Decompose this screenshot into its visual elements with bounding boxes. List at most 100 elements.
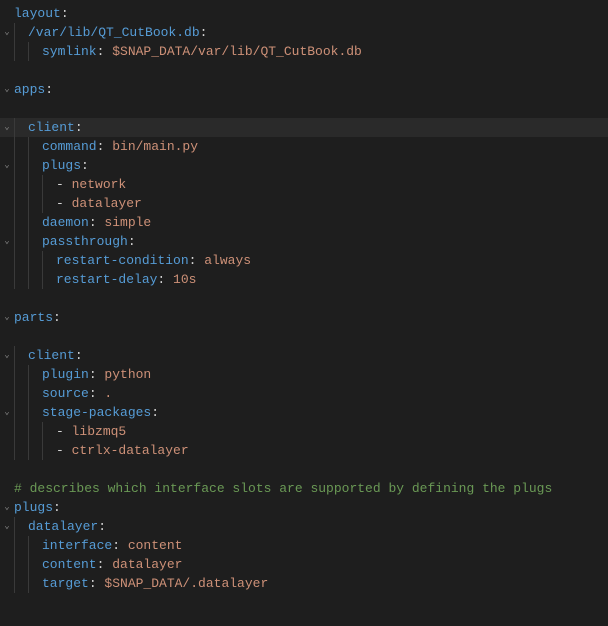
fold-gutter[interactable]: ⌄ bbox=[0, 23, 14, 42]
code-token: : bbox=[200, 23, 208, 42]
code-line[interactable]: ⌄client: bbox=[0, 118, 608, 137]
code-token: : bbox=[157, 270, 173, 289]
fold-gutter[interactable]: ⌄ bbox=[0, 232, 14, 251]
indent-guide bbox=[28, 555, 42, 574]
fold-gutter[interactable]: ⌄ bbox=[0, 156, 14, 175]
code-line[interactable] bbox=[0, 460, 608, 479]
code-line[interactable]: - libzmq5 bbox=[0, 422, 608, 441]
code-line[interactable]: daemon: simple bbox=[0, 213, 608, 232]
indent-guide bbox=[42, 270, 56, 289]
code-line[interactable]: ⌄stage-packages: bbox=[0, 403, 608, 422]
code-token: ctrlx-datalayer bbox=[72, 441, 189, 460]
code-token: : bbox=[128, 232, 136, 251]
code-line[interactable]: command: bin/main.py bbox=[0, 137, 608, 156]
code-line[interactable]: - datalayer bbox=[0, 194, 608, 213]
code-token: - bbox=[56, 175, 72, 194]
fold-gutter[interactable]: ⌄ bbox=[0, 118, 14, 137]
fold-gutter[interactable]: ⌄ bbox=[0, 403, 14, 422]
code-token: content bbox=[128, 536, 183, 555]
code-line[interactable]: restart-delay: 10s bbox=[0, 270, 608, 289]
code-token: client bbox=[28, 346, 75, 365]
code-token: : bbox=[75, 346, 83, 365]
code-token: $SNAP_DATA/var/lib/QT_CutBook.db bbox=[112, 42, 362, 61]
code-line[interactable]: # describes which interface slots are su… bbox=[0, 479, 608, 498]
indent-guide bbox=[28, 574, 42, 593]
indent-guide bbox=[14, 118, 28, 137]
code-token: passthrough bbox=[42, 232, 128, 251]
fold-gutter[interactable]: ⌄ bbox=[0, 80, 14, 99]
code-line[interactable]: interface: content bbox=[0, 536, 608, 555]
indent-guide bbox=[42, 441, 56, 460]
code-line[interactable] bbox=[0, 99, 608, 118]
code-token: symlink bbox=[42, 42, 97, 61]
indent-guide bbox=[28, 365, 42, 384]
code-token: restart-condition bbox=[56, 251, 189, 270]
code-token: # describes which interface slots are su… bbox=[14, 479, 552, 498]
code-token: : bbox=[89, 384, 105, 403]
code-token: python bbox=[104, 365, 151, 384]
code-token: simple bbox=[104, 213, 151, 232]
indent-guide bbox=[42, 175, 56, 194]
code-token: 10s bbox=[173, 270, 196, 289]
indent-guide bbox=[14, 270, 28, 289]
code-line[interactable]: ⌄datalayer: bbox=[0, 517, 608, 536]
indent-guide bbox=[28, 42, 42, 61]
code-line[interactable]: ⌄apps: bbox=[0, 80, 608, 99]
code-line[interactable]: symlink: $SNAP_DATA/var/lib/QT_CutBook.d… bbox=[0, 42, 608, 61]
code-editor[interactable]: layout:⌄/var/lib/QT_CutBook.db:symlink: … bbox=[0, 0, 608, 593]
fold-gutter[interactable]: ⌄ bbox=[0, 346, 14, 365]
code-token: network bbox=[72, 175, 127, 194]
code-line[interactable]: ⌄plugs: bbox=[0, 498, 608, 517]
indent-guide bbox=[28, 194, 42, 213]
code-token: always bbox=[204, 251, 251, 270]
code-token: : bbox=[89, 574, 105, 593]
indent-guide bbox=[14, 251, 28, 270]
code-line[interactable]: ⌄ plugs: bbox=[0, 156, 608, 175]
code-line[interactable]: layout: bbox=[0, 4, 608, 23]
code-line[interactable]: ⌄parts: bbox=[0, 308, 608, 327]
code-token: command bbox=[42, 137, 97, 156]
fold-gutter[interactable]: ⌄ bbox=[0, 517, 14, 536]
code-token: source bbox=[42, 384, 89, 403]
indent-guide bbox=[28, 403, 42, 422]
code-token: - bbox=[56, 422, 72, 441]
code-line[interactable]: - ctrlx-datalayer bbox=[0, 441, 608, 460]
indent-guide bbox=[14, 346, 28, 365]
code-line[interactable]: ⌄ client: bbox=[0, 346, 608, 365]
code-line[interactable] bbox=[0, 61, 608, 80]
fold-gutter[interactable]: ⌄ bbox=[0, 308, 14, 327]
code-line[interactable]: ⌄/var/lib/QT_CutBook.db: bbox=[0, 23, 608, 42]
indent-guide bbox=[28, 441, 42, 460]
code-token: : bbox=[97, 42, 113, 61]
code-line[interactable] bbox=[0, 289, 608, 308]
indent-guide bbox=[28, 384, 42, 403]
code-line[interactable] bbox=[0, 327, 608, 346]
code-token: apps bbox=[14, 80, 45, 99]
fold-gutter[interactable]: ⌄ bbox=[0, 498, 14, 517]
indent-guide bbox=[28, 156, 42, 175]
code-token: : bbox=[97, 137, 113, 156]
indent-guide bbox=[14, 194, 28, 213]
code-token: : bbox=[45, 80, 53, 99]
code-line[interactable]: plugin: python bbox=[0, 365, 608, 384]
code-token: datalayer bbox=[72, 194, 142, 213]
code-token: - bbox=[56, 441, 72, 460]
code-token: plugs bbox=[42, 156, 81, 175]
code-line[interactable]: restart-condition: always bbox=[0, 251, 608, 270]
code-line[interactable]: ⌄ passthrough: bbox=[0, 232, 608, 251]
indent-guide bbox=[14, 213, 28, 232]
code-token: - bbox=[56, 194, 72, 213]
code-token: : bbox=[81, 156, 89, 175]
code-line[interactable]: content: datalayer bbox=[0, 555, 608, 574]
indent-guide bbox=[28, 422, 42, 441]
indent-guide bbox=[14, 555, 28, 574]
code-line[interactable]: source: . bbox=[0, 384, 608, 403]
indent-guide bbox=[28, 232, 42, 251]
code-token: stage-packages bbox=[42, 403, 151, 422]
code-token: : bbox=[89, 365, 105, 384]
indent-guide bbox=[14, 365, 28, 384]
code-line[interactable]: - network bbox=[0, 175, 608, 194]
indent-guide bbox=[28, 270, 42, 289]
indent-guide bbox=[14, 175, 28, 194]
code-line[interactable]: target: $SNAP_DATA/.datalayer bbox=[0, 574, 608, 593]
